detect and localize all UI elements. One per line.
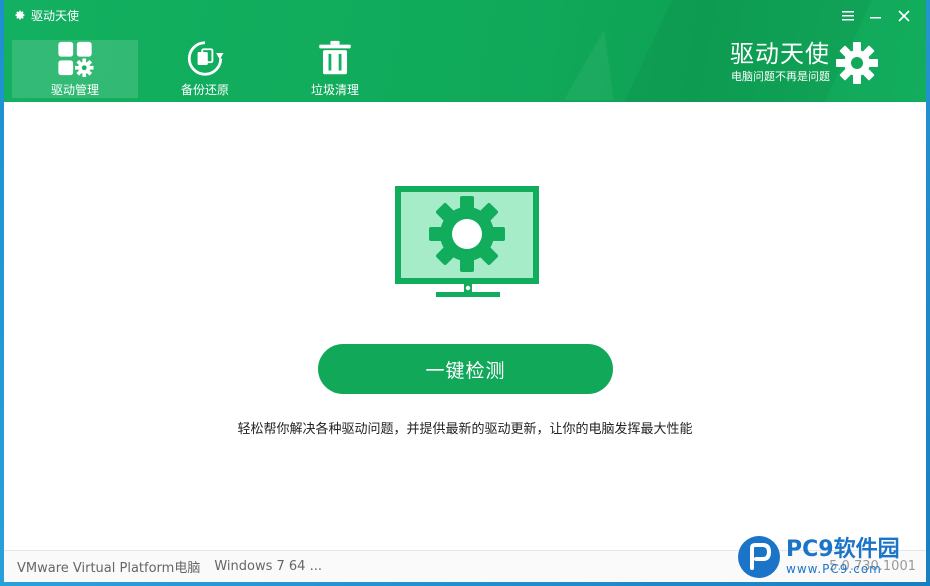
menu-icon — [842, 11, 854, 21]
watermark: PC9软件园 www.PC9.com — [736, 534, 926, 580]
minimize-icon — [870, 17, 881, 19]
watermark-url: www.PC9.com — [786, 562, 882, 576]
app-window: 驱动天使 驱动管理 备份还原 垃圾清理 驱动天使 电脑问题不再是问题 一键检测 … — [4, 0, 926, 582]
gear-icon — [836, 42, 878, 84]
close-icon — [898, 10, 910, 22]
nav-label-driver-manage: 驱动管理 — [50, 83, 99, 97]
window-controls — [834, 6, 918, 26]
pc9-logo-icon — [738, 536, 780, 578]
main-nav: 驱动管理 备份还原 垃圾清理 — [12, 40, 402, 98]
os-info: Windows 7 64 ... — [214, 559, 322, 574]
watermark-brand: PC9软件园 — [786, 537, 900, 562]
trash-icon — [319, 40, 351, 75]
backup-restore-icon — [187, 41, 224, 76]
machine-name: VMware Virtual Platform电脑 — [17, 561, 201, 576]
app-gear-icon — [15, 10, 25, 20]
close-button[interactable] — [890, 6, 918, 26]
brand-subtitle: 电脑问题不再是问题 — [731, 70, 830, 83]
header-bar: 驱动天使 驱动管理 备份还原 垃圾清理 驱动天使 电脑问题不再是问题 — [4, 0, 926, 102]
driver-manage-icon — [58, 41, 94, 77]
nav-item-driver-manage[interactable]: 驱动管理 — [12, 40, 138, 98]
nav-item-trash-clean[interactable]: 垃圾清理 — [272, 40, 398, 98]
nav-item-backup-restore[interactable]: 备份还原 — [142, 40, 268, 98]
brand-title: 驱动天使 — [730, 40, 830, 68]
tagline: 轻松帮你解决各种驱动问题，并提供最新的驱动更新，让你的电脑发挥最大性能 — [237, 422, 693, 437]
title-bar: 驱动天使 — [14, 6, 79, 24]
monitor-gear-icon — [395, 186, 539, 297]
minimize-button[interactable] — [862, 6, 890, 26]
nav-label-trash-clean: 垃圾清理 — [310, 83, 359, 97]
menu-button[interactable] — [834, 6, 862, 26]
one-click-scan-button[interactable]: 一键检测 — [318, 344, 613, 394]
brand-block: 驱动天使 电脑问题不再是问题 — [730, 40, 830, 84]
window-title: 驱动天使 — [31, 8, 80, 23]
nav-label-backup-restore: 备份还原 — [180, 83, 229, 97]
